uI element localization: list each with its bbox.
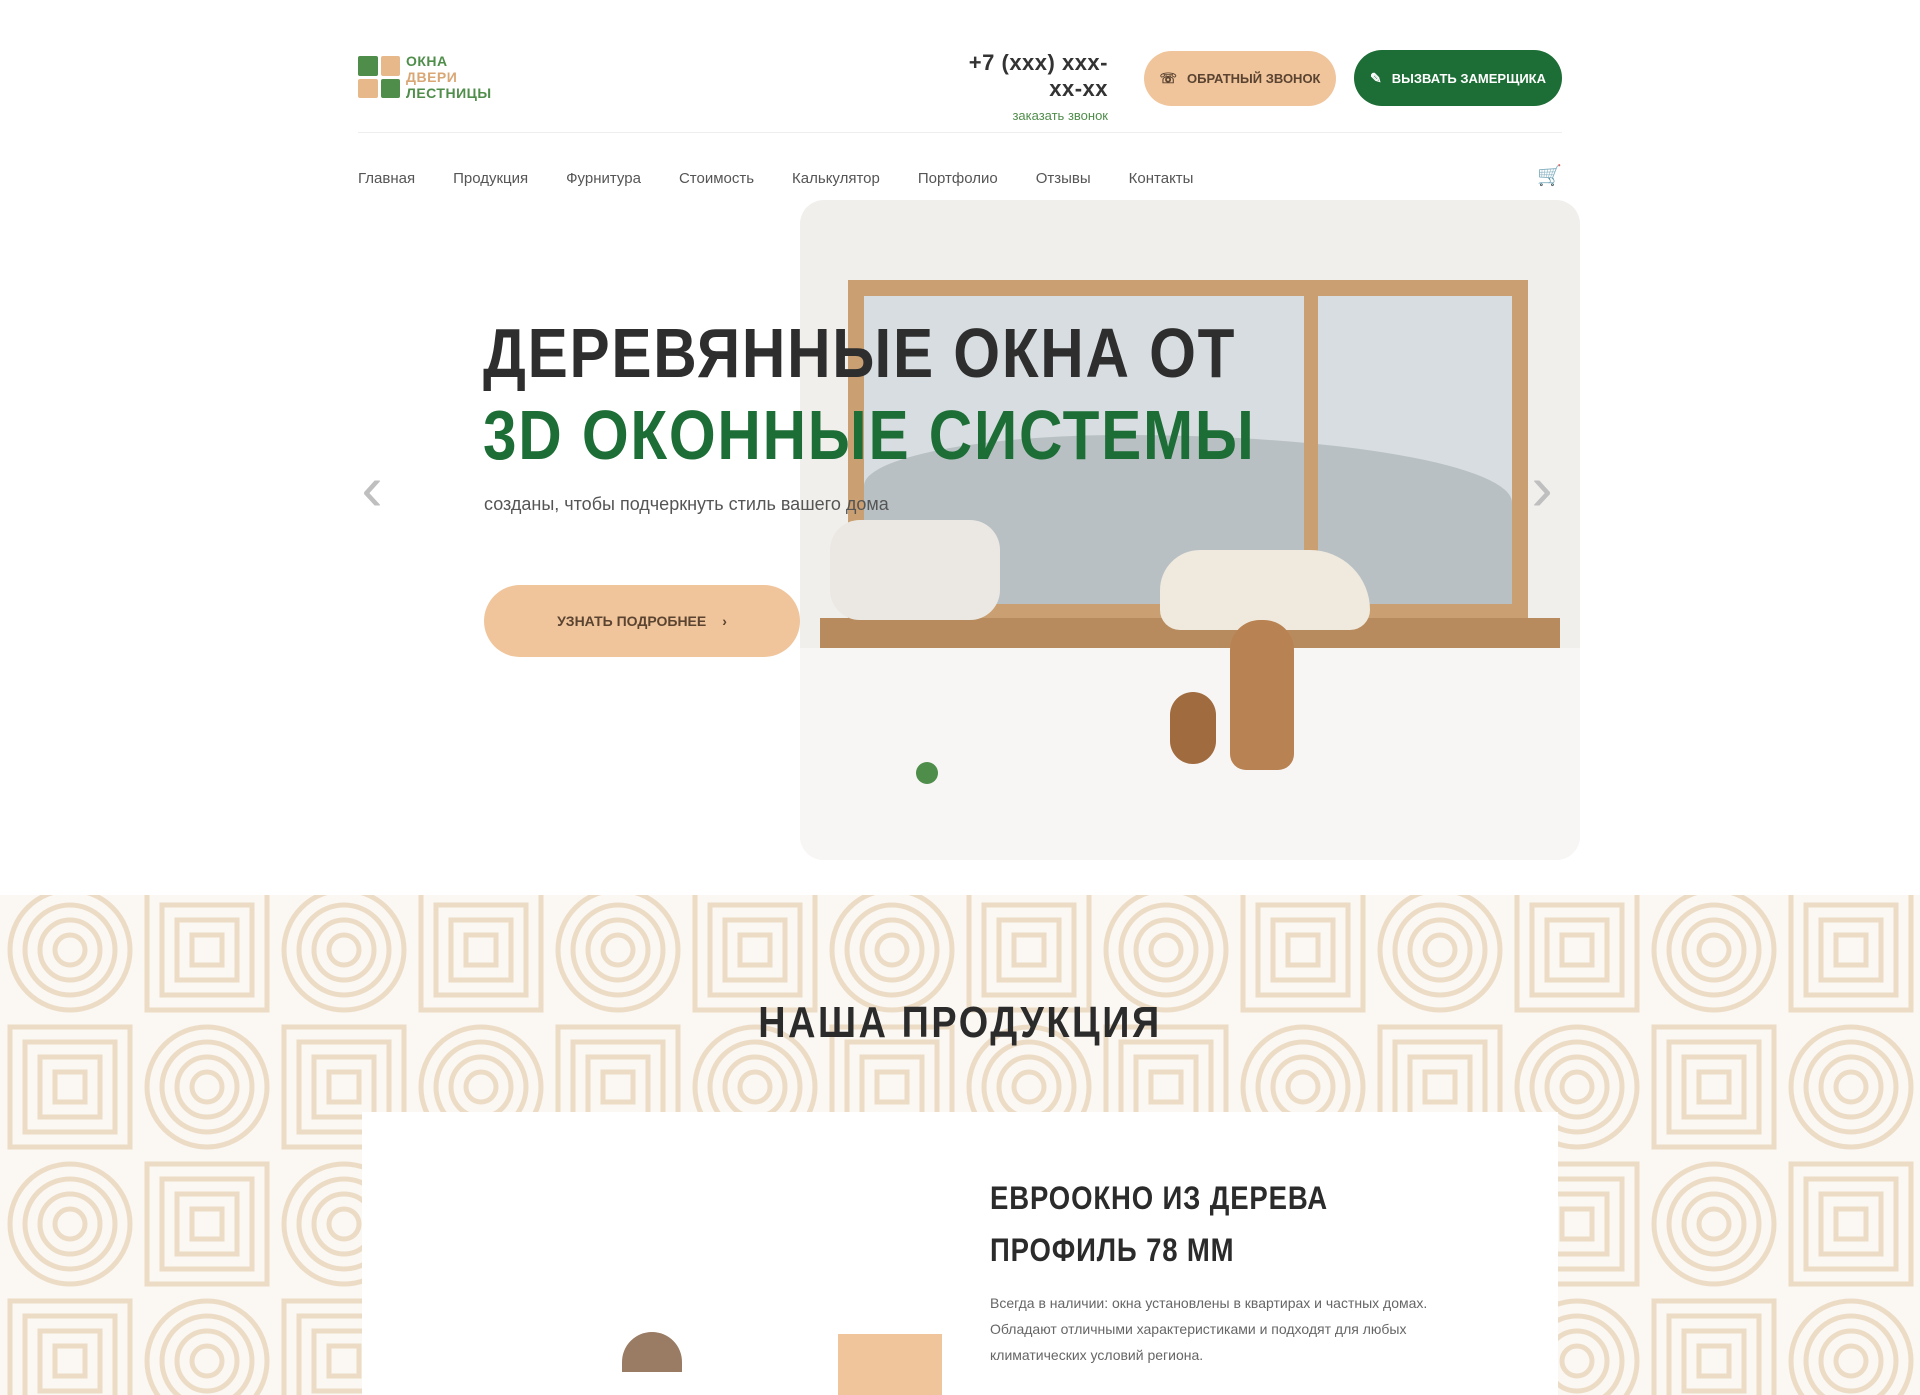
ruler-icon: ✎ <box>1370 69 1382 86</box>
nav-item-fittings[interactable]: Фурнитура <box>566 170 641 187</box>
more-button[interactable]: Узнать подробнее › <box>484 585 800 657</box>
main-nav: Главная Продукция Фурнитура Стоимость Ка… <box>358 163 1562 193</box>
logo-mark <box>358 56 400 98</box>
product-card[interactable]: ЕВРООКНО ИЗ ДЕРЕВА ПРОФИЛЬ 78 ММ Всегда … <box>362 1112 1558 1395</box>
hero-image <box>800 200 1580 860</box>
nav-item-portfolio[interactable]: Портфолио <box>918 170 998 187</box>
slider-prev-icon[interactable]: ‹ <box>352 452 392 524</box>
callback-button[interactable]: ☏ Обратный звонок <box>1144 51 1336 106</box>
slider-dot-active[interactable] <box>916 762 938 784</box>
product-badge <box>838 1334 942 1395</box>
phone-number[interactable]: +7 (xxx) xxx-xx-xx <box>948 50 1108 102</box>
slider-next-icon[interactable]: › <box>1522 452 1562 524</box>
measure-button[interactable]: ✎ Вызвать замерщика <box>1354 50 1562 106</box>
hero-title: ДЕРЕВЯННЫЕ ОКНА ОТ 3D ОКОННЫЕ СИСТЕМЫ <box>483 312 1256 476</box>
callback-button-label: Обратный звонок <box>1187 71 1321 86</box>
logo[interactable]: ОКНА ДВЕРИ ЛЕСТНИЦЫ <box>358 54 558 100</box>
hero-subtitle: созданы, чтобы подчеркнуть стиль вашего … <box>484 494 889 514</box>
phone-icon: ☏ <box>1159 70 1177 86</box>
site-header: ОКНА ДВЕРИ ЛЕСТНИЦЫ +7 (xxx) xxx-xx-xx з… <box>358 40 1562 123</box>
arrow-right-icon: › <box>722 613 727 629</box>
hero-title-line-2: 3D ОКОННЫЕ СИСТЕМЫ <box>483 396 1256 474</box>
nav-item-calculator[interactable]: Калькулятор <box>792 170 880 187</box>
logo-text: ОКНА ДВЕРИ ЛЕСТНИЦЫ <box>406 54 492 100</box>
logo-line-2: ДВЕРИ <box>406 69 458 85</box>
hero-title-line-1: ДЕРЕВЯННЫЕ ОКНА ОТ <box>483 314 1237 392</box>
product-image <box>622 1332 682 1372</box>
nav-item-price[interactable]: Стоимость <box>679 170 754 187</box>
logo-line-3: ЛЕСТНИЦЫ <box>406 85 492 101</box>
nav-item-home[interactable]: Главная <box>358 170 415 187</box>
nav-item-products[interactable]: Продукция <box>453 170 528 187</box>
logo-line-1: ОКНА <box>406 53 448 69</box>
phone-block: +7 (xxx) xxx-xx-xx заказать звонок <box>948 50 1108 123</box>
nav-item-contacts[interactable]: Контакты <box>1129 170 1194 187</box>
nav-item-reviews[interactable]: Отзывы <box>1036 170 1091 187</box>
header-divider <box>358 132 1562 133</box>
section-title-products: НАША ПРОДУКЦИЯ <box>758 998 1162 1047</box>
phone-subtitle[interactable]: заказать звонок <box>948 108 1108 123</box>
product-title[interactable]: ЕВРООКНО ИЗ ДЕРЕВА ПРОФИЛЬ 78 ММ <box>990 1172 1386 1276</box>
cart-icon[interactable]: 🛒 <box>1537 163 1562 188</box>
product-description: Всегда в наличии: окна установлены в ква… <box>990 1295 1428 1363</box>
more-button-label: Узнать подробнее <box>557 613 707 629</box>
measure-button-label: Вызвать замерщика <box>1391 70 1546 86</box>
